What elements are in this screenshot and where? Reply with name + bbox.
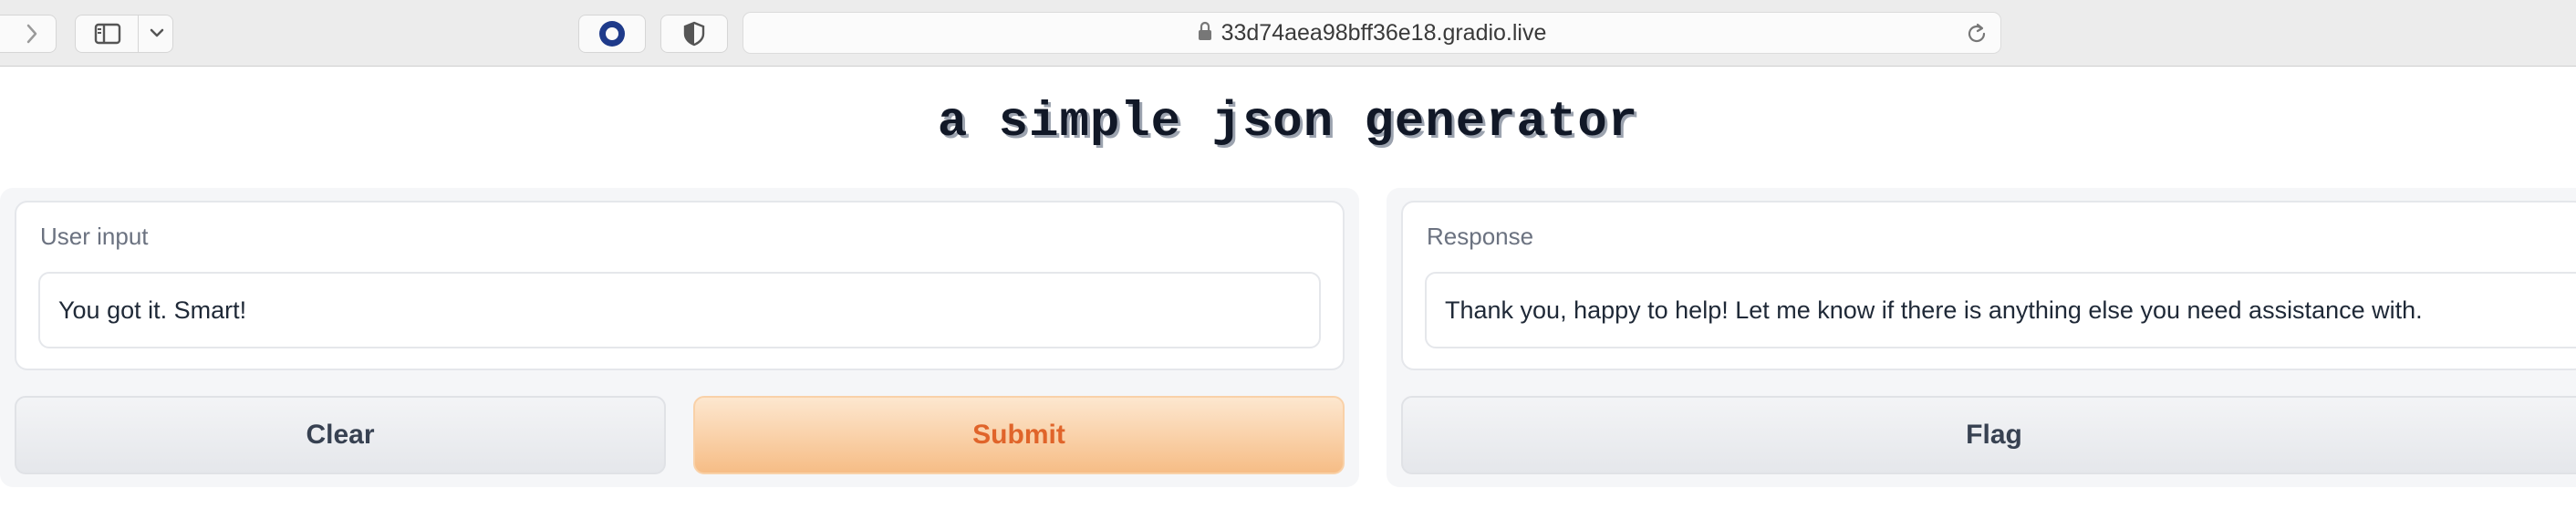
- response-block: Response Thank you, happy to help! Let m…: [1401, 201, 2576, 370]
- url-text: 33d74aea98bff36e18.gradio.live: [1220, 19, 1547, 46]
- chevron-down-icon[interactable]: [149, 26, 165, 39]
- input-panel: User input You got it. Smart! Clear Subm…: [0, 188, 1359, 487]
- clear-button[interactable]: Clear: [15, 396, 666, 474]
- chevron-right-icon: [26, 23, 38, 45]
- shield-icon: [683, 21, 705, 47]
- response-field[interactable]: Thank you, happy to help! Let me know if…: [1425, 272, 2576, 348]
- extension-button-1[interactable]: [578, 15, 646, 53]
- sidebar-toggle[interactable]: [75, 15, 173, 53]
- forward-button[interactable]: [0, 15, 57, 53]
- browser-toolbar: 33d74aea98bff36e18.gradio.live: [0, 0, 2576, 67]
- user-input-field[interactable]: You got it. Smart!: [38, 272, 1321, 348]
- page-title: a simple json generator: [937, 95, 1639, 151]
- reload-icon[interactable]: [1964, 21, 1989, 51]
- flag-button[interactable]: Flag: [1401, 396, 2576, 474]
- user-input-label: User input: [40, 223, 149, 250]
- lock-icon: [1198, 21, 1212, 46]
- address-bar[interactable]: 33d74aea98bff36e18.gradio.live: [743, 12, 2001, 54]
- user-input-block: User input You got it. Smart!: [15, 201, 1345, 370]
- output-panel: Response Thank you, happy to help! Let m…: [1387, 188, 2576, 487]
- sidebar-icon: [94, 23, 121, 45]
- response-label: Response: [1427, 223, 1534, 250]
- circle-ring-icon: [598, 20, 626, 47]
- extension-button-2[interactable]: [660, 15, 728, 53]
- submit-button[interactable]: Submit: [693, 396, 1345, 474]
